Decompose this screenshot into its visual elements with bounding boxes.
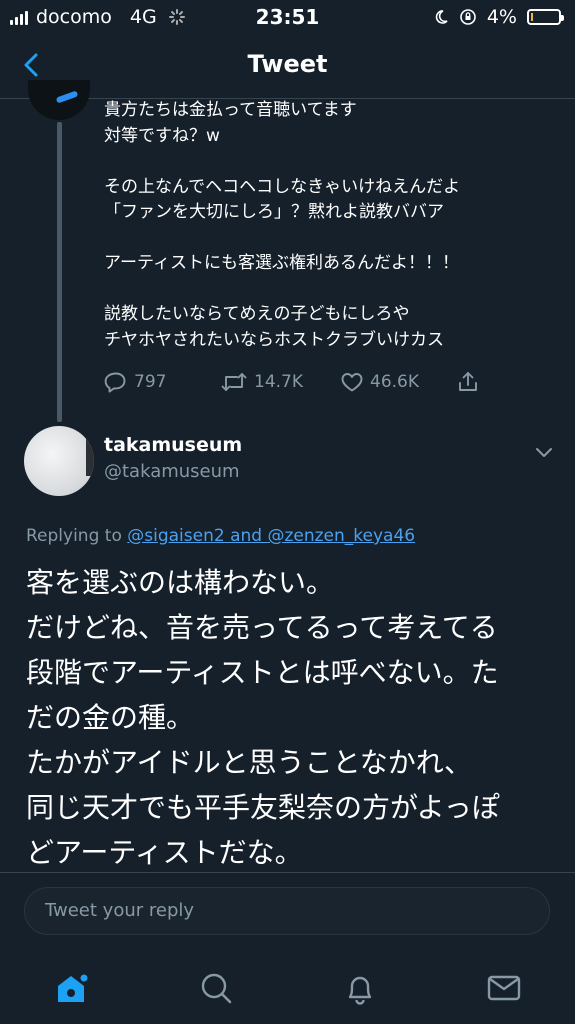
tab-bar — [0, 950, 575, 1024]
status-right: 4% — [433, 6, 564, 28]
reply-action[interactable]: 797 — [104, 370, 166, 394]
tweet-text: 客を選ぶのは構わない。 だけどね、音を売ってるって考えてる 段階でアーティストと… — [26, 560, 566, 875]
tab-notifications[interactable] — [340, 968, 380, 1008]
chevron-down-icon — [536, 448, 552, 457]
tweet-line: チヤホヤされたいならホストクラブいけカス — [104, 329, 444, 350]
tweet-actions: 797 14.7K 46.6K — [104, 370, 564, 398]
replying-to-users-link[interactable]: @sigaisen2 and @zenzen_keya46 — [127, 526, 415, 546]
retweet-count: 14.7K — [254, 372, 303, 392]
thread-connector-line — [57, 122, 62, 422]
tweet-line: だの金の種。 — [26, 701, 195, 734]
tweet-line: たかがアイドルと思うことなかれ、 — [26, 746, 473, 779]
tab-search[interactable] — [196, 968, 236, 1008]
tab-home[interactable] — [52, 968, 92, 1008]
tweet-line: 説教したいならてめえの子どもにしろや — [104, 304, 410, 324]
status-bar: docomo 4G 23:51 4% — [0, 0, 575, 34]
reply-bar: Tweet your reply — [0, 872, 575, 951]
battery-icon — [527, 9, 564, 25]
author-avatar[interactable] — [24, 426, 94, 496]
like-action[interactable]: 46.6K — [340, 370, 419, 394]
replying-to: Replying to @sigaisen2 and @zenzen_keya4… — [26, 526, 415, 546]
home-icon — [58, 972, 90, 1002]
heart-icon — [341, 373, 363, 392]
tweet-line: 貴方たちは金払って音聴いてます — [104, 100, 357, 120]
search-icon — [201, 973, 232, 1004]
like-count: 46.6K — [370, 372, 419, 392]
battery-percent: 4% — [486, 6, 517, 28]
tweet-options-button[interactable] — [532, 440, 556, 464]
reply-icon — [104, 372, 126, 393]
tweet-line: アーティストにも客選ぶ権利あるんだよ！！！ — [104, 253, 459, 273]
previous-tweet-text: 貴方たちは金払って音聴いてます 対等ですね？w その上なんでヘコヘコしなきゃいけ… — [104, 98, 564, 353]
tab-messages[interactable] — [484, 968, 524, 1008]
tweet-line: だけどね、音を売ってるって考えてる — [26, 611, 498, 644]
author-name[interactable]: takamuseum — [104, 434, 242, 456]
tweet-line: 客を選ぶのは構わない。 — [26, 566, 335, 599]
replying-to-prefix: Replying to — [26, 526, 128, 546]
moon-icon — [435, 10, 448, 24]
reply-input[interactable]: Tweet your reply — [24, 887, 550, 935]
share-action[interactable] — [456, 370, 480, 394]
tweet-line: その上なんでヘコヘコしなきゃいけねえんだよ — [104, 176, 461, 197]
previous-author-avatar[interactable] — [28, 80, 90, 120]
retweet-action[interactable]: 14.7K — [220, 370, 303, 394]
bell-icon — [348, 976, 372, 1005]
tweet-line: 段階でアーティストとは呼べない。た — [26, 656, 499, 689]
retweet-icon — [221, 373, 247, 391]
tweet-line: どアーティストだな。 — [26, 836, 303, 869]
mail-icon — [487, 975, 521, 1001]
tweet-line: 対等ですね？w — [104, 125, 220, 146]
author-handle[interactable]: @takamuseum — [104, 461, 240, 482]
tweet-line: 「ファンを大切にしろ」？黙れよ説教ババア — [104, 202, 444, 222]
rotation-lock-icon — [460, 9, 476, 25]
tweet-line: 同じ天才でも平手友梨奈の方がよっぽ — [26, 791, 500, 824]
reply-count: 797 — [134, 372, 167, 392]
share-icon — [459, 372, 477, 391]
page-title: Tweet — [247, 50, 328, 78]
